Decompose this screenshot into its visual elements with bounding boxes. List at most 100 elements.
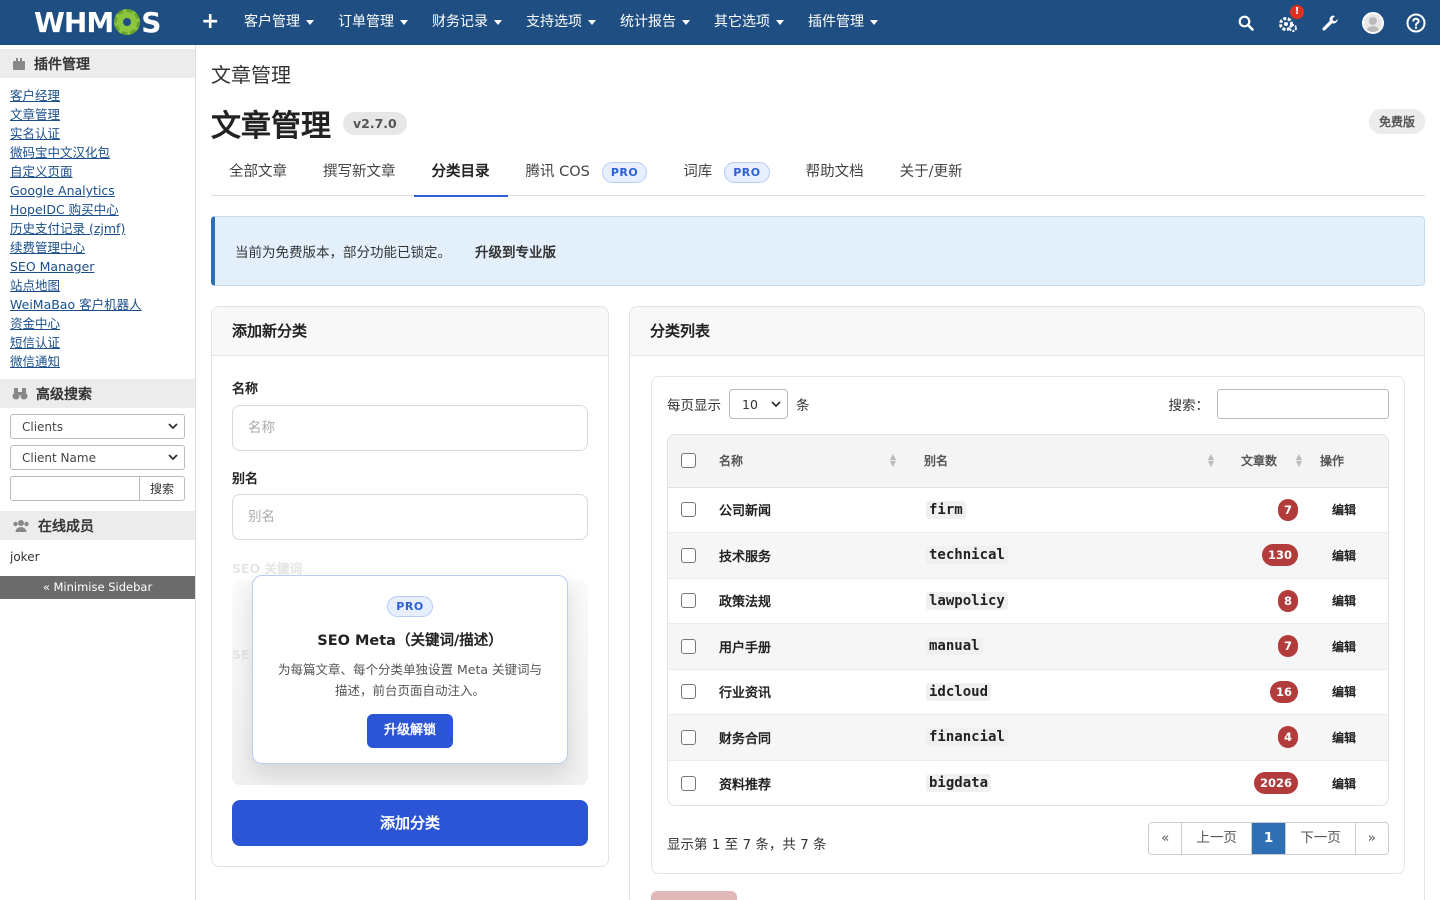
upgrade-link[interactable]: 升级到专业版 — [475, 241, 556, 261]
sidebar-link[interactable]: 文章管理 — [10, 105, 195, 124]
sidebar-link[interactable]: 实名认证 — [10, 124, 195, 143]
row-checkbox[interactable] — [681, 775, 696, 791]
table-row: 公司新闻 firm 7 编辑 — [668, 487, 1388, 533]
minimise-sidebar-button[interactable]: « Minimise Sidebar — [0, 576, 195, 599]
edit-link[interactable]: 编辑 — [1332, 549, 1356, 563]
bulk-delete-button[interactable] — [651, 891, 737, 900]
nav-orders[interactable]: 订单管理 — [326, 0, 420, 45]
prev-page-button[interactable]: 上一页 — [1182, 823, 1252, 854]
whmcs-logo[interactable]: WHM S — [34, 6, 161, 39]
sidebar-link[interactable]: 短信认证 — [10, 333, 195, 352]
row-checkbox[interactable] — [681, 593, 696, 609]
unlock-upgrade-button[interactable]: 升级解锁 — [366, 714, 453, 748]
automation-gear-icon[interactable]: ! — [1278, 4, 1304, 33]
tab-tencent-cos[interactable]: 腾讯 COS PRO — [508, 148, 666, 196]
quick-add-button[interactable]: + — [201, 9, 219, 35]
row-checkbox[interactable] — [681, 502, 696, 518]
wrench-icon[interactable] — [1320, 13, 1340, 33]
pagination: « 上一页 1 下一页 » — [1148, 822, 1389, 855]
sidebar-link[interactable]: SEO Manager — [10, 257, 195, 276]
column-count[interactable]: 文章数 ▲ ▼ — [1230, 435, 1310, 488]
help-icon[interactable] — [1406, 13, 1426, 33]
nav-reports[interactable]: 统计报告 — [608, 0, 702, 45]
add-category-button[interactable]: 添加分类 — [232, 800, 588, 846]
version-badge: v2.7.0 — [343, 111, 407, 135]
module-tabs: 全部文章 撰写新文章 分类目录 腾讯 COS PRO 词库 PRO 帮助文档 关于/… — [211, 148, 1425, 197]
sidebar-link[interactable]: Google Analytics — [10, 181, 195, 200]
article-count-badge: 130 — [1261, 544, 1298, 567]
table-row: 行业资讯 idcloud 16 编辑 — [668, 669, 1388, 715]
users-icon — [13, 520, 29, 532]
edit-link[interactable]: 编辑 — [1332, 731, 1356, 745]
table-row: 资料推荐 bigdata 2026 编辑 — [668, 760, 1388, 805]
sidebar-link[interactable]: HopeIDC 购买中心 — [10, 200, 195, 219]
column-name[interactable]: 名称 ▲ ▼ — [708, 435, 912, 488]
first-page-button[interactable]: « — [1149, 823, 1183, 854]
page-length-select[interactable]: 10 — [729, 389, 788, 419]
main-menu: 客户管理 订单管理 财务记录 支持选项 统计报告 其它选项 插件管理 — [232, 0, 890, 45]
search-field-select[interactable]: Client Name — [10, 445, 185, 470]
search-icon[interactable] — [1236, 13, 1256, 33]
sidebar-link[interactable]: 自定义页面 — [10, 162, 195, 181]
sidebar-link[interactable]: 微码宝中文汉化包 — [10, 143, 195, 162]
search-type-select[interactable]: Clients — [10, 414, 185, 439]
nav-utilities[interactable]: 其它选项 — [702, 0, 796, 45]
online-user[interactable]: joker — [0, 540, 195, 576]
logo-gear-icon — [114, 9, 141, 35]
tab-categories[interactable]: 分类目录 — [413, 148, 508, 197]
row-checkbox[interactable] — [681, 638, 696, 654]
main-content: 文章管理 文章管理 v2.7.0 免费版 全部文章 撰写新文章 分类目录 腾讯 … — [196, 45, 1440, 900]
slug-input[interactable]: 别名 — [232, 494, 588, 540]
sidebar-link[interactable]: 微信通知 — [10, 352, 195, 371]
category-slug: manual — [926, 637, 983, 656]
sidebar-link[interactable]: WeiMaBao 客户机器人 — [10, 295, 195, 314]
row-checkbox[interactable] — [681, 547, 696, 563]
row-checkbox[interactable] — [681, 729, 696, 745]
nav-reports-label: 统计报告 — [620, 14, 676, 30]
caret-down-icon — [870, 19, 878, 25]
table-search-input[interactable] — [1217, 389, 1389, 419]
tab-thesaurus[interactable]: 词库 PRO — [665, 148, 787, 196]
pro-feature-popup: PRO SEO Meta（关键词/描述） 为每篇文章、每个分类单独设置 Meta… — [252, 575, 568, 764]
edit-link[interactable]: 编辑 — [1332, 640, 1356, 654]
tab-about-update[interactable]: 关于/更新 — [882, 148, 981, 196]
sidebar-link[interactable]: 客户经理 — [10, 86, 195, 105]
last-page-button[interactable]: » — [1355, 823, 1388, 854]
nav-clients[interactable]: 客户管理 — [232, 0, 326, 45]
edit-link[interactable]: 编辑 — [1332, 777, 1356, 791]
sidebar-link[interactable]: 资金中心 — [10, 314, 195, 333]
next-page-button[interactable]: 下一页 — [1286, 823, 1356, 854]
column-actions: 操作 — [1310, 435, 1388, 488]
select-all-checkbox[interactable] — [681, 453, 696, 469]
user-avatar[interactable] — [1362, 11, 1384, 34]
name-input[interactable]: 名称 — [232, 405, 588, 451]
row-checkbox[interactable] — [681, 684, 696, 700]
sidebar-link[interactable]: 站点地图 — [10, 276, 195, 295]
tab-all-articles[interactable]: 全部文章 — [211, 148, 305, 196]
nav-addons[interactable]: 插件管理 — [796, 0, 890, 45]
sidebar-link[interactable]: 历史支付记录 (zjmf) — [10, 219, 195, 238]
tab-new-article[interactable]: 撰写新文章 — [305, 148, 414, 196]
sidebar-search-button[interactable]: 搜索 — [140, 476, 185, 501]
table-row: 财务合同 financial 4 编辑 — [668, 714, 1388, 761]
sort-icon: ▲ ▼ — [1207, 452, 1214, 468]
edit-link[interactable]: 编辑 — [1332, 594, 1356, 608]
sidebar-link[interactable]: 续费管理中心 — [10, 238, 195, 257]
column-slug-label: 别名 — [924, 454, 949, 469]
column-slug[interactable]: 别名 ▲ ▼ — [912, 435, 1230, 488]
tab-help-docs[interactable]: 帮助文档 — [788, 148, 882, 196]
sidebar-search-input[interactable] — [10, 476, 140, 501]
chevron-down-icon — [168, 423, 178, 430]
tab-label: 撰写新文章 — [323, 164, 396, 180]
nav-support[interactable]: 支持选项 — [514, 0, 608, 45]
column-actions-label: 操作 — [1320, 454, 1345, 469]
page-title: 文章管理 v2.7.0 — [211, 101, 407, 145]
tab-label: 腾讯 COS — [525, 164, 590, 180]
edit-link[interactable]: 编辑 — [1332, 503, 1356, 517]
page-1-button[interactable]: 1 — [1251, 823, 1287, 854]
nav-billing[interactable]: 财务记录 — [420, 0, 514, 45]
table-row: 技术服务 technical 130 编辑 — [668, 532, 1388, 579]
page-length-value: 10 — [742, 396, 758, 412]
nav-billing-label: 财务记录 — [432, 14, 488, 30]
edit-link[interactable]: 编辑 — [1332, 685, 1356, 699]
